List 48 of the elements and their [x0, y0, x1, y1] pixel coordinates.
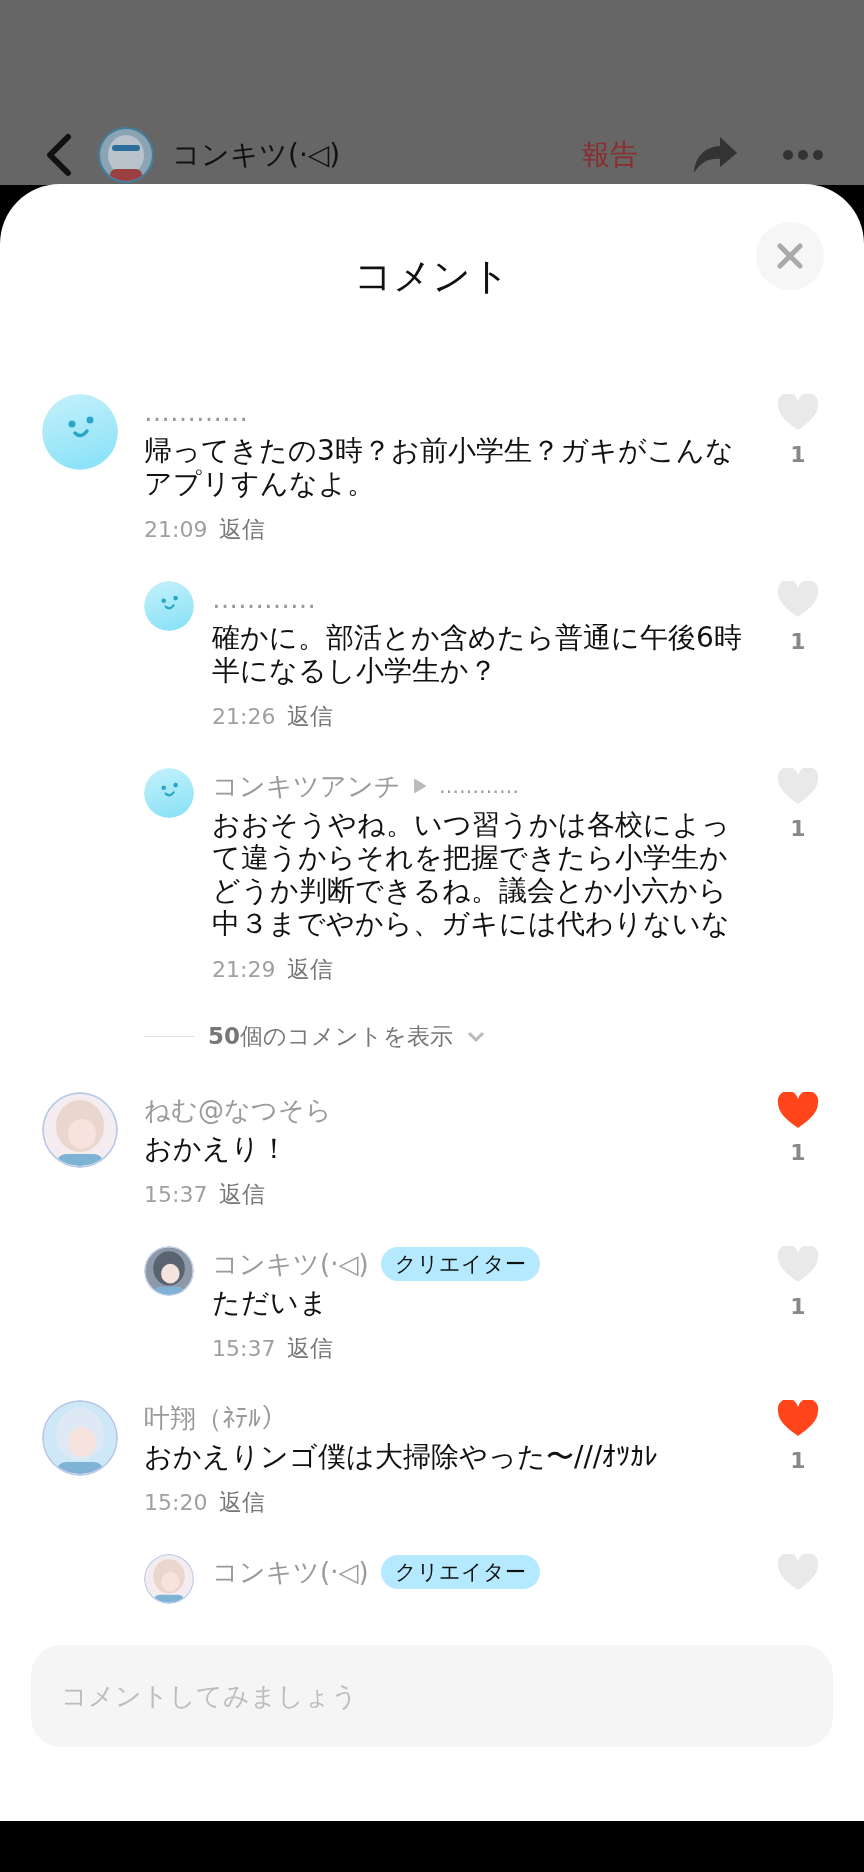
reply-button[interactable]: 返信 [219, 1179, 266, 1210]
comment-time: 15:37 [212, 1336, 276, 1361]
chevron-down-icon [467, 1030, 485, 1043]
smiley-avatar-icon [42, 394, 118, 470]
like-count: 1 [790, 816, 806, 841]
smiley-avatar-icon [144, 581, 194, 631]
comment-time: 15:37 [144, 1182, 208, 1207]
more-icon[interactable] [782, 149, 824, 161]
comment-text: 確かに。部活とか含めたら普通に午後6時半になるし小学生か？ [212, 621, 742, 687]
smiley-avatar-icon [144, 768, 194, 818]
sheet-title: コメント [354, 252, 510, 300]
reply-button[interactable]: 返信 [219, 514, 266, 545]
author-name: コンキツ(·◁) [212, 1555, 369, 1589]
creator-badge: クリエイター [380, 1247, 540, 1281]
creator-badge: クリエイター [380, 1555, 540, 1589]
like-button[interactable] [777, 1092, 819, 1130]
share-icon[interactable] [692, 135, 738, 175]
comment-text: おかえり！ [144, 1132, 289, 1165]
like-count: 1 [790, 1294, 806, 1319]
like-button[interactable] [777, 1400, 819, 1438]
author-name: コンキツ(·◁) [212, 1247, 369, 1281]
triangle-icon [413, 778, 427, 794]
reply-button[interactable]: 返信 [287, 701, 334, 732]
comment-time: 21:26 [212, 704, 276, 729]
author-name: ………… [212, 584, 316, 614]
comment-text: 帰ってきたの3時？お前小学生？ガキがこんなアプリすんなよ。 [144, 434, 735, 500]
author-note: ………… [439, 774, 519, 798]
author-name: 叶翔（ﾈﾃﾙ） [144, 1401, 287, 1435]
reply-button[interactable]: 返信 [287, 1333, 334, 1364]
author-name: ………… [144, 397, 248, 427]
like-count: 1 [790, 629, 806, 654]
reply-button[interactable]: 返信 [219, 1487, 266, 1518]
close-icon [777, 243, 803, 269]
comment-input-field[interactable]: コメントしてみましょう [31, 1645, 833, 1747]
like-count: 1 [790, 1448, 806, 1473]
comment-text: ただいま [212, 1286, 329, 1319]
like-count: 1 [790, 1140, 806, 1165]
comment-time: 15:20 [144, 1490, 208, 1515]
comment-text: おおそうやね。いつ習うかは各校によって違うからそれを把握できたら小学生かどうか判断できるね。議会とか小六から中３までやから、ガキには代わりないな [212, 808, 731, 940]
comment-time: 21:29 [212, 957, 276, 982]
comment-time: 21:09 [144, 517, 208, 542]
user-name: コンキツ(·◁) [172, 137, 342, 173]
reply-button[interactable]: 返信 [287, 954, 334, 985]
author-name: コンキツアンチ [212, 769, 401, 803]
comment-text: おかえりンゴ僕は大掃除やった〜///ｵﾂｶﾚ [144, 1440, 660, 1473]
like-count: 1 [790, 442, 806, 467]
show-more-replies-button[interactable]: 50個のコメントを表示 [208, 1021, 453, 1052]
author-name: ねむ@なつそら [144, 1093, 332, 1127]
